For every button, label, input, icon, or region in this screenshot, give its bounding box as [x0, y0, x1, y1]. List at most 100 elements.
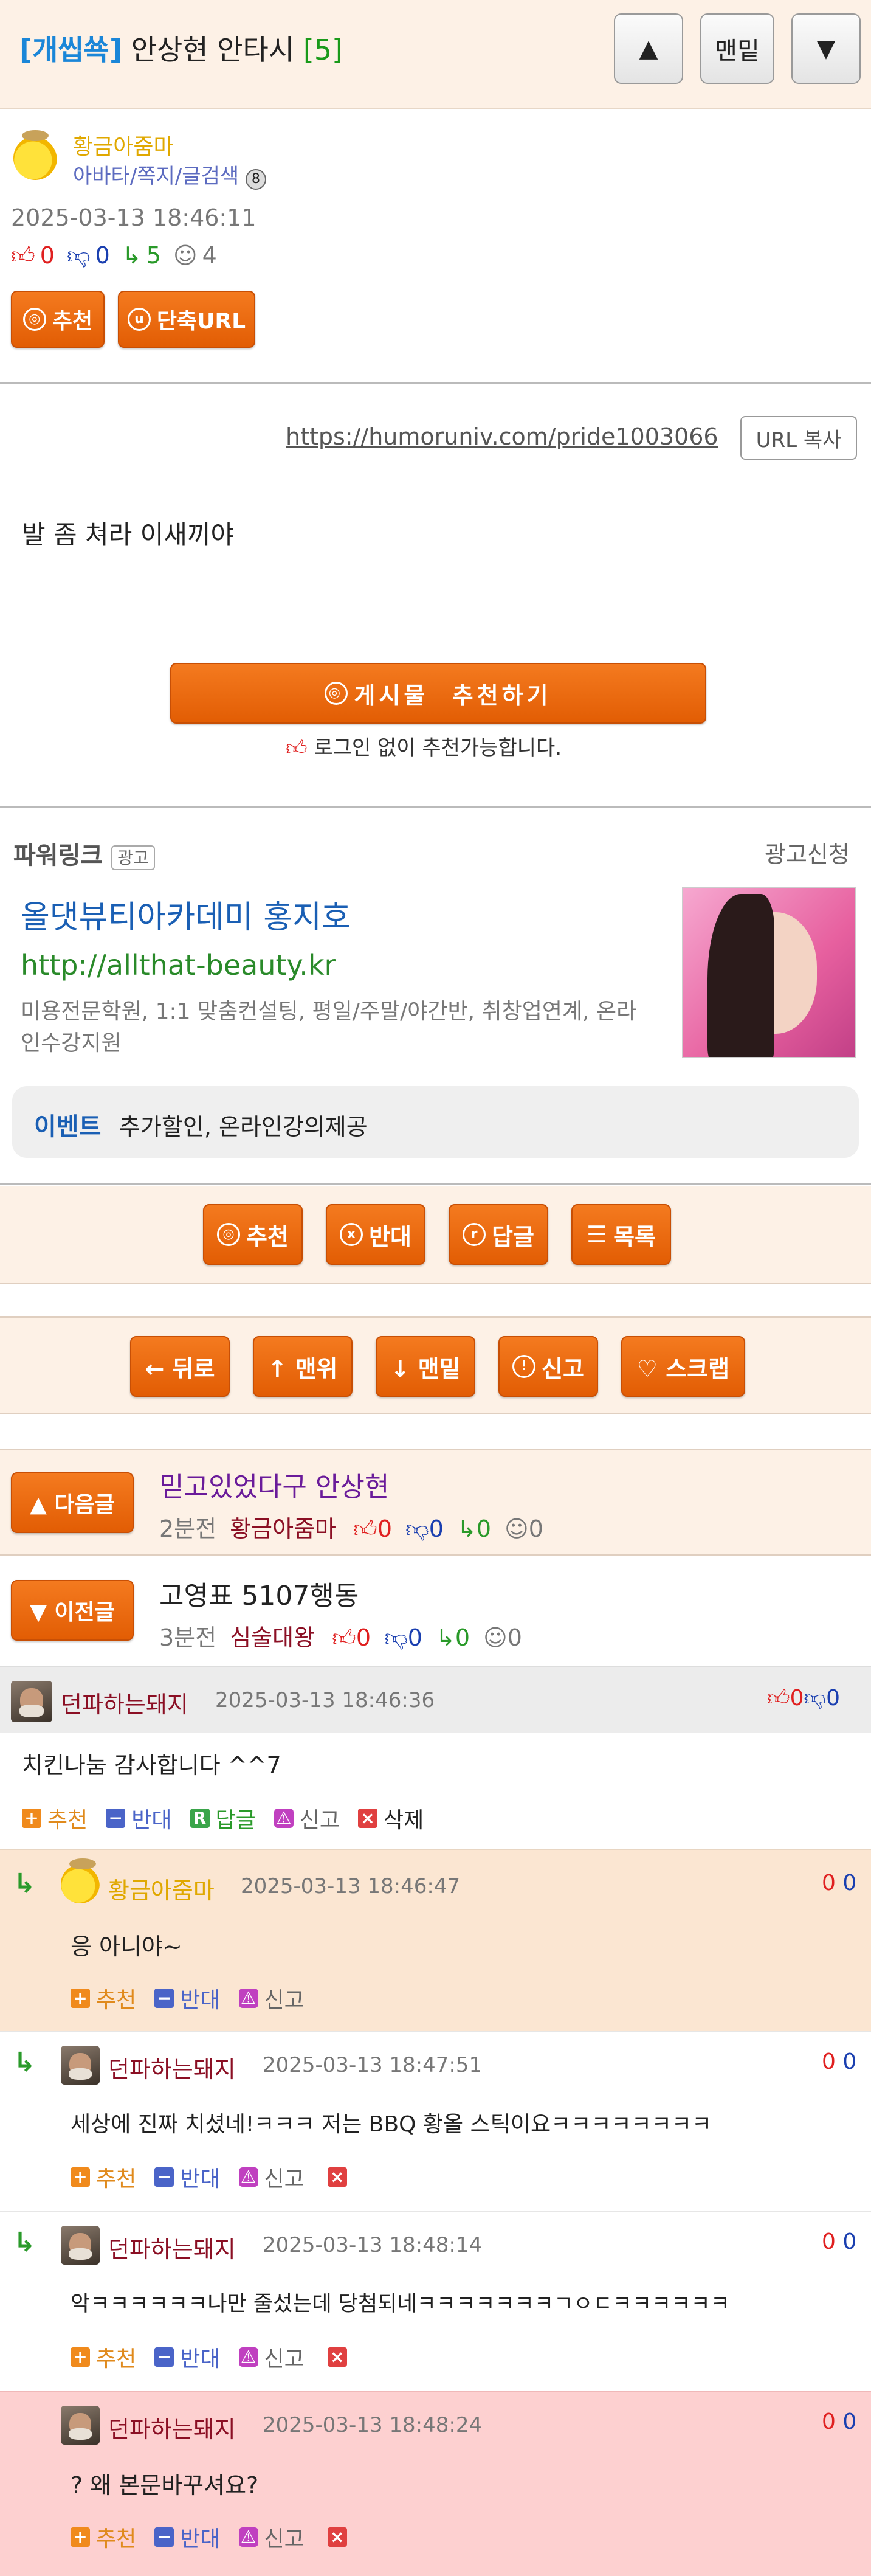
comment-report[interactable]: 신고: [264, 2161, 305, 2193]
post-recommend-button[interactable]: ◎ 게시물 추천하기: [170, 663, 706, 724]
short-url-button[interactable]: u 단축URL: [118, 291, 255, 348]
prev-post-title[interactable]: 고영표 5107행동: [159, 1574, 359, 1613]
powerlink-text: 파워링크: [13, 842, 103, 870]
comment-report[interactable]: 신고: [264, 1982, 305, 2014]
author-avatar[interactable]: [13, 130, 57, 180]
author-name[interactable]: 황금아줌마: [73, 129, 174, 161]
comment-oppose[interactable]: 반대: [180, 1982, 220, 2014]
top-button[interactable]: ↑ 맨위: [253, 1336, 353, 1397]
up-arrow-icon: ▲: [639, 35, 658, 63]
minus-icon: −: [154, 2167, 174, 2187]
comment-oppose[interactable]: 반대: [131, 1802, 171, 1834]
avatar[interactable]: [11, 1681, 52, 1722]
delete-x-icon[interactable]: ×: [327, 2347, 347, 2367]
comment-down[interactable]: 0: [842, 2049, 856, 2074]
ad-url[interactable]: http://allthat-beauty.kr: [21, 949, 336, 982]
comment-oppose[interactable]: 반대: [180, 2341, 220, 2373]
comment-author[interactable]: 던파하는돼지: [108, 2231, 236, 2264]
comment-author[interactable]: 황금아줌마: [108, 1872, 215, 1905]
view-count: 4: [202, 242, 217, 269]
comment-author[interactable]: 던파하는돼지: [108, 2411, 236, 2444]
comment-down[interactable]: 0: [842, 1871, 856, 1896]
avatar[interactable]: [61, 2226, 100, 2265]
recommend-button[interactable]: ◎ 추천: [11, 291, 105, 348]
prev-post-author[interactable]: 심술대왕: [230, 1624, 315, 1651]
prev-post-row[interactable]: ▼ 이전글 고영표 5107행동 3분전 심술대왕 👍︎0 👎︎0 ↳0 ☺0: [0, 1556, 871, 1665]
comment-author[interactable]: 던파하는돼지: [108, 2051, 236, 2084]
delete-x-icon[interactable]: ×: [327, 2527, 347, 2547]
comment-up[interactable]: 0: [822, 2049, 836, 2074]
up-count: 0: [40, 242, 55, 269]
post-datetime: 2025-03-13 18:46:11: [11, 204, 256, 231]
reply-arrow-icon: ↳: [436, 1624, 455, 1651]
comment-oppose[interactable]: 반대: [180, 2161, 220, 2193]
ad-event-box[interactable]: 이벤트 추가할인, 온라인강의제공: [12, 1086, 859, 1158]
avatar[interactable]: [61, 2406, 100, 2445]
comment-up: 0: [790, 1686, 804, 1711]
comment-author[interactable]: 던파하는돼지: [61, 1686, 188, 1719]
comment-down[interactable]: 0: [842, 2409, 856, 2434]
ad-apply-link[interactable]: 광고신청: [765, 836, 850, 869]
ad-image[interactable]: [682, 887, 856, 1058]
next-post-title[interactable]: 믿고있었다구 안상현: [159, 1465, 389, 1504]
comment-report[interactable]: 신고: [264, 2521, 305, 2553]
next-post-button[interactable]: ▲ 다음글: [11, 1472, 134, 1533]
comment-reply[interactable]: 답글: [216, 1802, 256, 1834]
reply-button[interactable]: r 답글: [449, 1204, 548, 1265]
author-links: 아바타/쪽지/글검색 8: [73, 159, 266, 190]
prev-post-button[interactable]: ▼ 이전글: [11, 1580, 134, 1641]
list-button[interactable]: ☰ 목록: [571, 1204, 671, 1265]
divider: [0, 806, 871, 808]
comment-report[interactable]: 신고: [264, 2341, 305, 2373]
bottom-button[interactable]: ↓ 맨밑: [376, 1336, 475, 1397]
siren-icon: ⚠: [238, 2527, 258, 2547]
comment-recommend[interactable]: 추천: [96, 1982, 136, 2014]
list-label: 목록: [613, 1223, 656, 1250]
next-post-author[interactable]: 황금아줌마: [230, 1515, 336, 1542]
reply-label: 답글: [492, 1223, 534, 1250]
oppose-button[interactable]: x 반대: [326, 1204, 425, 1265]
post-stats: 👍︎ 0 👎︎ 0 ↳ 5 ☺ 4: [11, 242, 222, 270]
avatar[interactable]: [61, 1858, 100, 1903]
view-icon: ☺: [483, 1624, 508, 1651]
comment-text: 악ㅋㅋㅋㅋㅋㅋ나만 줄섰는데 당첨되네ㅋㅋㅋㅋㅋㅋㅋㄱㅇㄷㅋㅋㅋㅋㅋㅋ: [71, 2292, 730, 2316]
next-post-meta: 2분전 황금아줌마 👍︎0 👎︎0 ↳0 ☺0: [159, 1510, 543, 1543]
comment-text: 응 아니야~: [71, 1933, 182, 1960]
comment-report[interactable]: 신고: [300, 1802, 340, 1834]
scroll-up-button[interactable]: ▲: [614, 13, 683, 84]
recommend-button[interactable]: ◎ 추천: [203, 1204, 303, 1265]
comment-oppose[interactable]: 반대: [180, 2521, 220, 2553]
comment-recommend[interactable]: 추천: [96, 2341, 136, 2373]
comment-recommend[interactable]: 추천: [96, 2161, 136, 2193]
scroll-down-button[interactable]: ▼: [791, 13, 861, 84]
back-button[interactable]: ← 뒤로: [130, 1336, 230, 1397]
url-icon: u: [127, 308, 151, 331]
thumbs-down-icon[interactable]: 👎︎: [804, 1686, 827, 1711]
post-url-link[interactable]: https://humoruniv.com/pride1003066: [286, 423, 718, 450]
thumbs-up-icon[interactable]: 👍︎: [767, 1686, 790, 1711]
comment-time: 2025-03-13 18:48:24: [263, 2413, 483, 2437]
comment-up[interactable]: 0: [822, 2229, 836, 2254]
scrap-button[interactable]: ♡ 스크랩: [621, 1336, 745, 1397]
comment-count: [5]: [303, 33, 343, 66]
ad-title[interactable]: 올댓뷰티아카데미 홍지호: [21, 892, 351, 937]
next-post-row[interactable]: ▲ 다음글 믿고있었다구 안상현 2분전 황금아줌마 👍︎0 👎︎0 ↳0 ☺0: [0, 1449, 871, 1556]
url-copy-button[interactable]: URL 복사: [740, 416, 857, 460]
comment-up[interactable]: 0: [822, 1871, 836, 1896]
event-label: 이벤트: [34, 1113, 102, 1141]
report-button[interactable]: ! 신고: [498, 1336, 598, 1397]
category-label[interactable]: [개씹쑉]: [19, 33, 122, 66]
comment-up[interactable]: 0: [822, 2409, 836, 2434]
comment-time: 2025-03-13 18:47:51: [263, 2053, 483, 2077]
scroll-bottom-button[interactable]: 맨밑: [700, 13, 774, 84]
comment-delete[interactable]: 삭제: [384, 1802, 424, 1834]
comment-down[interactable]: 0: [842, 2229, 856, 2254]
author-links-text[interactable]: 아바타/쪽지/글검색: [73, 164, 239, 189]
comment-recommend[interactable]: 추천: [47, 1802, 88, 1834]
prev-up-count: 0: [356, 1624, 371, 1651]
comment-recommend[interactable]: 추천: [96, 2521, 136, 2553]
avatar[interactable]: [61, 2046, 100, 2085]
delete-x-icon[interactable]: ×: [327, 2167, 347, 2187]
view-icon: ☺: [173, 242, 198, 269]
thumbs-up-icon: 👍︎: [11, 242, 35, 269]
